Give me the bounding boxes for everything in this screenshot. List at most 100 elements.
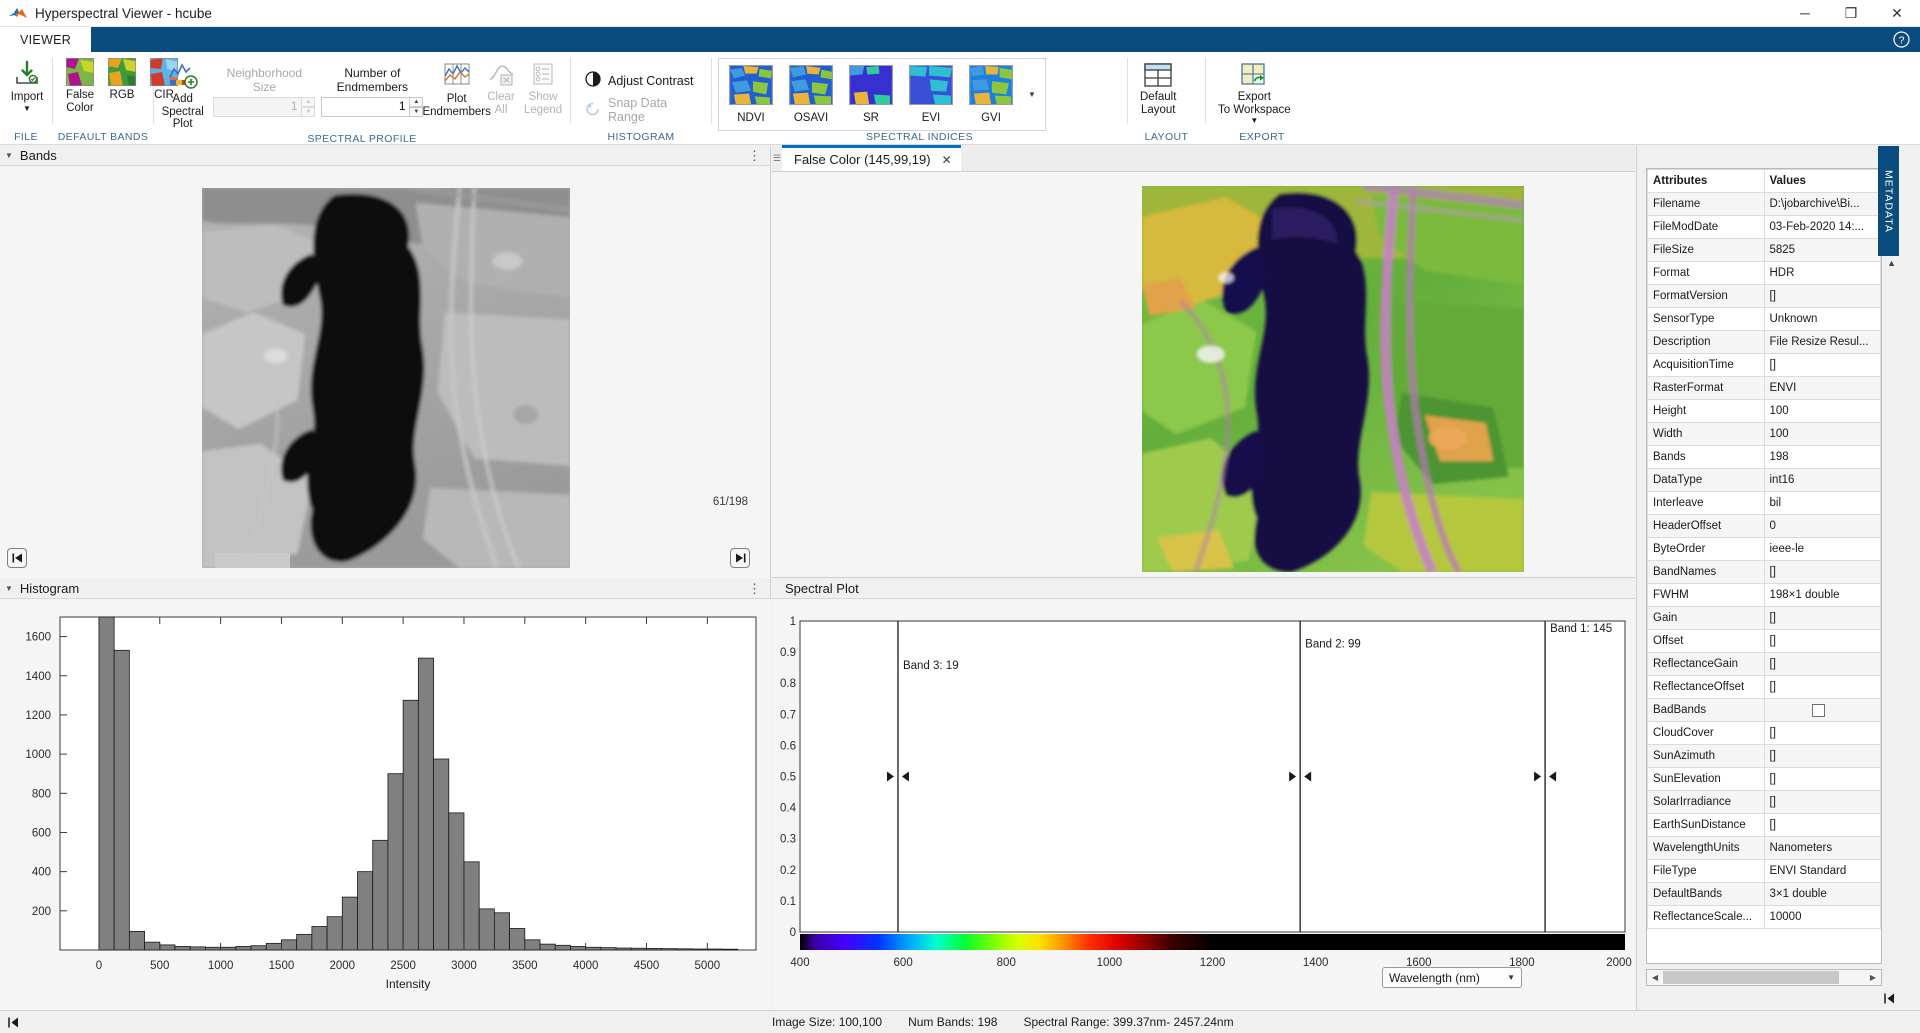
metadata-side-tab[interactable]: METADATA xyxy=(1878,146,1899,256)
table-row[interactable]: RasterFormat ENVI xyxy=(1647,376,1881,400)
histogram-panel-menu-button[interactable]: ⋮ xyxy=(748,582,761,595)
false-color-button[interactable]: False Color xyxy=(59,56,101,116)
table-row[interactable]: FileSize 5825 xyxy=(1647,238,1881,262)
false-color-image[interactable] xyxy=(1142,186,1524,572)
number-of-endmembers-stepper[interactable]: ▲ ▼ xyxy=(321,97,424,117)
band-grayscale-image[interactable] xyxy=(202,188,570,568)
table-row[interactable]: DefaultBands 3×1 double xyxy=(1647,882,1881,906)
table-row[interactable]: SolarIrradiance[] xyxy=(1647,790,1881,814)
table-row[interactable]: Interleave bil xyxy=(1647,491,1881,515)
scrollbar-thumb[interactable] xyxy=(1663,971,1839,984)
number-of-endmembers-spin-buttons[interactable]: ▲ ▼ xyxy=(409,97,424,117)
table-row[interactable]: SensorType Unknown xyxy=(1647,307,1881,331)
table-row[interactable]: BadBands xyxy=(1647,698,1881,722)
index-ndvi-button[interactable]: NDVI xyxy=(721,62,781,127)
histogram-panel-header: ▼ Histogram ⋮ xyxy=(0,579,770,599)
status-bar-items: Image Size: 100,100 Num Bands: 198 Spect… xyxy=(772,1015,1234,1029)
spectral-plot-chart[interactable]: 0 0.1 0.2 0.3 0.4 0.5 0.6 0.7 0.8 0.9 1 Band 3: 19 B… xyxy=(772,599,1635,1010)
index-gvi-button[interactable]: GVI xyxy=(961,62,1021,127)
histogram-chart[interactable]: 200 400 600 800 1000 1200 1400 1600 0 500 1000 1500… xyxy=(0,599,771,1010)
table-row[interactable]: AcquisitionTime[] xyxy=(1647,353,1881,377)
spectrum-colorbar xyxy=(800,934,1625,950)
spin-up-icon[interactable]: ▲ xyxy=(409,97,424,107)
add-spectral-plot-button[interactable]: Add Spectral Plot xyxy=(160,56,205,133)
table-row[interactable]: ReflectanceGain[] xyxy=(1647,652,1881,676)
table-row[interactable]: Width 100 xyxy=(1647,422,1881,446)
ribbon-group-label-spectral-indices: SPECTRAL INDICES xyxy=(866,131,973,143)
table-row[interactable]: FileModDate 03-Feb-2020 14:... xyxy=(1647,215,1881,239)
table-row[interactable]: Offset[] xyxy=(1647,629,1881,653)
chevron-down-icon[interactable]: ▼ xyxy=(23,104,31,113)
table-row[interactable]: Gain[] xyxy=(1647,606,1881,630)
table-row[interactable]: Filename D:\jobarchive\Bi... xyxy=(1647,192,1881,216)
metadata-value: 100 xyxy=(1763,399,1881,423)
table-row[interactable]: FormatVersion[] xyxy=(1647,284,1881,308)
table-row[interactable]: Bands 198 xyxy=(1647,445,1881,469)
index-evi-button[interactable]: EVI xyxy=(901,62,961,127)
plot-endmembers-button[interactable]: Plot Endmembers xyxy=(422,56,491,120)
help-button[interactable]: ? xyxy=(1893,27,1920,52)
table-row[interactable]: Format HDR xyxy=(1647,261,1881,285)
rgb-button[interactable]: RGB xyxy=(101,56,143,104)
scroll-right-arrow-icon[interactable]: ▶ xyxy=(1865,973,1881,982)
adjust-contrast-button[interactable]: Adjust Contrast xyxy=(581,68,697,93)
tab-viewer[interactable]: VIEWER xyxy=(0,27,92,52)
table-row[interactable]: CloudCover[] xyxy=(1647,721,1881,745)
metadata-table-container[interactable]: Attributes Values Filename D:\jobarchive\… xyxy=(1646,168,1882,964)
svg-text:2000: 2000 xyxy=(1606,957,1632,969)
table-row[interactable]: SunAzimuth[] xyxy=(1647,744,1881,768)
maximize-button[interactable]: ❐ xyxy=(1828,0,1874,27)
chevron-down-icon[interactable]: ▼ xyxy=(1507,973,1515,982)
spin-down-icon[interactable]: ▼ xyxy=(409,107,424,117)
neighborhood-size-label: Neighborhood Size xyxy=(226,66,303,94)
table-row[interactable]: SunElevation[] xyxy=(1647,767,1881,791)
export-to-workspace-label: Export To Workspace xyxy=(1218,91,1291,116)
close-button[interactable]: ✕ xyxy=(1874,0,1920,27)
chevron-down-icon[interactable]: ▼ xyxy=(1250,117,1258,125)
band-slider-thumb[interactable] xyxy=(215,553,290,568)
band-last-button[interactable] xyxy=(730,548,750,568)
table-row[interactable]: WavelengthUnits Nanometers xyxy=(1647,836,1881,860)
scroll-left-arrow-icon[interactable]: ◀ xyxy=(1647,973,1663,982)
table-row[interactable]: Height 100 xyxy=(1647,399,1881,423)
index-osavi-button[interactable]: OSAVI xyxy=(781,62,841,127)
collapse-arrow-icon[interactable]: ▼ xyxy=(5,584,13,593)
metadata-value: 3×1 double xyxy=(1763,882,1881,906)
metadata-collapse-button[interactable] xyxy=(1883,993,1896,1007)
metadata-value xyxy=(1763,698,1881,722)
collapse-left-icon[interactable] xyxy=(7,1017,20,1028)
clear-all-button: Clear All xyxy=(480,56,522,118)
collapse-arrow-icon[interactable]: ▼ xyxy=(5,151,13,160)
table-row[interactable]: EarthSunDistance[] xyxy=(1647,813,1881,837)
metadata-value: Nanometers xyxy=(1763,836,1881,860)
table-row[interactable]: ByteOrder ieee-le xyxy=(1647,537,1881,561)
export-to-workspace-button[interactable]: Export To Workspace ▼ xyxy=(1212,60,1297,127)
spectral-indices-overflow-button[interactable]: ▼ xyxy=(1021,62,1043,127)
table-row[interactable]: BandNames[] xyxy=(1647,560,1881,584)
table-row[interactable]: ReflectanceOffset[] xyxy=(1647,675,1881,699)
metadata-attribute: CloudCover xyxy=(1647,721,1765,745)
drag-grip-icon[interactable]: ☰ xyxy=(772,145,782,171)
tab-false-color[interactable]: False Color (145,99,19) ✕ xyxy=(782,145,961,171)
wavelength-unit-select[interactable]: Wavelength (nm) ▼ xyxy=(1382,967,1522,988)
close-icon[interactable]: ✕ xyxy=(942,153,952,167)
band-first-button[interactable] xyxy=(7,548,27,568)
bad-bands-checkbox[interactable] xyxy=(1811,703,1825,717)
table-row[interactable]: DataType int16 xyxy=(1647,468,1881,492)
metadata-value: [] xyxy=(1763,652,1881,676)
metadata-attribute: RasterFormat xyxy=(1647,376,1765,400)
default-layout-button[interactable]: Default Layout xyxy=(1134,60,1182,118)
bands-panel-menu-button[interactable]: ⋮ xyxy=(748,149,761,162)
table-row[interactable]: Description File Resize Resul... xyxy=(1647,330,1881,354)
svg-text:0.1: 0.1 xyxy=(780,896,796,908)
minimize-button[interactable]: ─ xyxy=(1782,0,1828,27)
import-button[interactable]: Import ▼ xyxy=(6,56,48,115)
table-row[interactable]: FileType ENVI Standard xyxy=(1647,859,1881,883)
table-row[interactable]: FWHM 198×1 double xyxy=(1647,583,1881,607)
table-row[interactable]: HeaderOffset 0 xyxy=(1647,514,1881,538)
index-sr-button[interactable]: SR xyxy=(841,62,901,127)
metadata-collapse-up-button[interactable]: ▲ xyxy=(1887,258,1896,268)
number-of-endmembers-input[interactable] xyxy=(321,97,410,117)
metadata-horizontal-scrollbar[interactable]: ◀ ▶ xyxy=(1646,969,1882,986)
table-row[interactable]: ReflectanceScale... 10000 xyxy=(1647,905,1881,929)
